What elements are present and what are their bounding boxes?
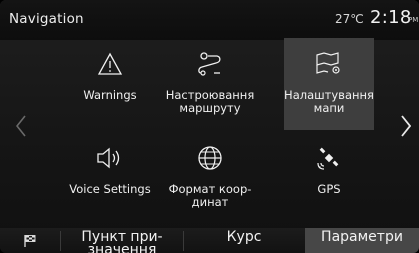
tab-label: Пункт при- значення (81, 229, 163, 253)
destination-flag-button[interactable] (0, 228, 60, 253)
temperature-readout: 27℃ (335, 12, 364, 26)
tile-label: Налаштування мапи (284, 88, 374, 115)
tab-settings[interactable]: Параметри (305, 228, 419, 253)
tile-label: Настроювання маршруту (165, 88, 255, 115)
page-title: Navigation (9, 11, 84, 27)
route-settings-icon (195, 49, 225, 79)
tile-gps[interactable]: GPS (284, 132, 374, 224)
header-bar: Navigation 27℃ 2:18 PM (0, 0, 419, 40)
tile-map-settings[interactable]: Налаштування мапи (284, 38, 374, 130)
tile-warnings[interactable]: Warnings (65, 38, 155, 130)
tile-label: Формат коор- динат (168, 182, 252, 209)
chevron-right-icon (401, 115, 411, 137)
tile-label: Voice Settings (69, 182, 151, 196)
tile-voice-settings[interactable]: Voice Settings (65, 132, 155, 224)
chevron-left-icon (16, 115, 26, 137)
footer-bar: Пункт при- значення Курс Параметри (0, 228, 419, 253)
tile-coordinate-format[interactable]: Формат коор- динат (165, 132, 255, 224)
checkered-flag-icon (24, 234, 36, 247)
tab-label: Параметри (321, 229, 403, 245)
satellite-icon (314, 143, 344, 173)
tab-destination[interactable]: Пункт при- значення (61, 228, 183, 253)
previous-page-button[interactable] (10, 108, 32, 144)
tile-label: Warnings (83, 88, 137, 102)
tab-route[interactable]: Курс (184, 228, 304, 253)
clock-ampm: PM (408, 16, 419, 24)
navigation-screen: Navigation 27℃ 2:18 PM Warnings Настроюв… (0, 0, 419, 253)
tile-route-settings[interactable]: Настроювання маршруту (165, 38, 255, 130)
tile-label: GPS (317, 182, 341, 196)
speaker-icon (95, 143, 125, 173)
map-settings-icon (314, 49, 344, 79)
tab-label: Курс (226, 229, 262, 245)
globe-icon (195, 143, 225, 173)
clock-time: 2:18 (370, 7, 412, 28)
next-page-button[interactable] (395, 108, 417, 144)
warning-triangle-icon (95, 49, 125, 79)
